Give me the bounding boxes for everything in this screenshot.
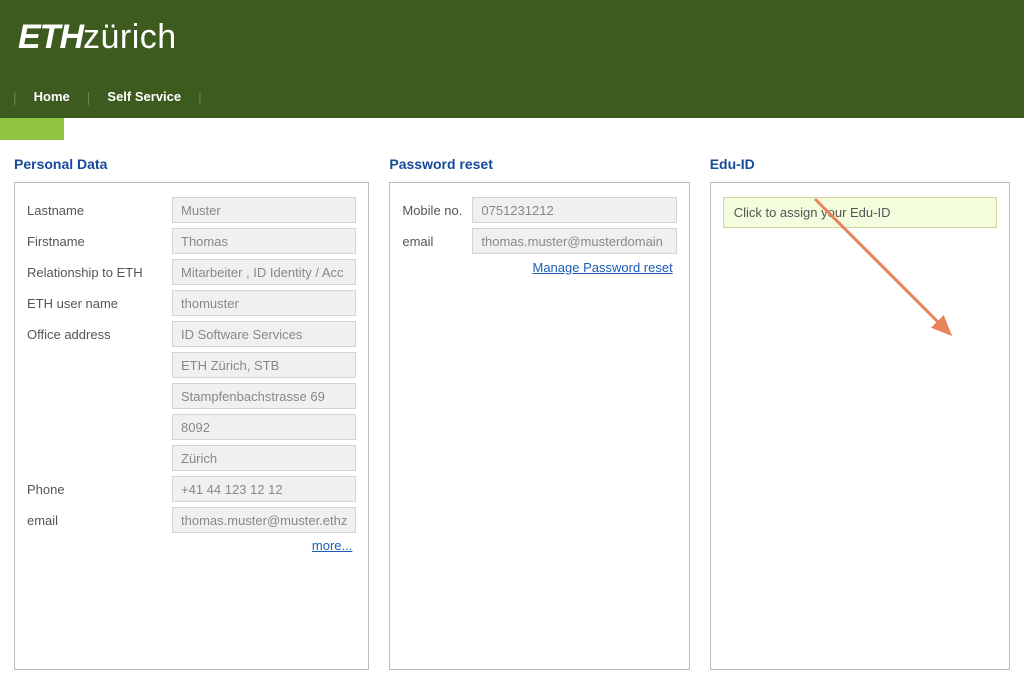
password-reset-title: Password reset xyxy=(389,156,689,172)
eduid-title: Edu-ID xyxy=(710,156,1010,172)
personal-data-panel: Lastname Muster Firstname Thomas Relatio… xyxy=(14,182,369,670)
relationship-field: Mitarbeiter , ID Identity / Acc xyxy=(172,259,356,285)
mobile-label: Mobile no. xyxy=(402,203,472,218)
mobile-field: 0751231212 xyxy=(472,197,676,223)
active-tab-marker xyxy=(0,118,64,140)
more-link[interactable]: more... xyxy=(312,538,352,553)
lastname-label: Lastname xyxy=(27,203,172,218)
pw-email-field: thomas.muster@musterdomain xyxy=(472,228,676,254)
firstname-label: Firstname xyxy=(27,234,172,249)
logo-bold: ETH xyxy=(18,18,83,56)
email-field: thomas.muster@muster.ethz xyxy=(172,507,356,533)
logo-light: zürich xyxy=(83,18,177,56)
nav-separator: | xyxy=(87,89,91,105)
nav-separator: | xyxy=(198,89,202,105)
username-label: ETH user name xyxy=(27,296,172,311)
header: ETHzürich | Home | Self Service | xyxy=(0,0,1024,118)
nav: | Home | Self Service | xyxy=(0,83,205,110)
pw-email-label: email xyxy=(402,234,472,249)
lastname-field: Muster xyxy=(172,197,356,223)
manage-password-link[interactable]: Manage Password reset xyxy=(533,260,673,275)
column-password-reset: Password reset Mobile no. 0751231212 ema… xyxy=(389,156,689,670)
nav-home[interactable]: Home xyxy=(20,83,84,110)
column-eduid: Edu-ID Click to assign your Edu-ID xyxy=(710,156,1010,670)
email-label: email xyxy=(27,513,172,528)
username-field: thomuster xyxy=(172,290,356,316)
personal-data-title: Personal Data xyxy=(14,156,369,172)
nav-self-service[interactable]: Self Service xyxy=(93,83,195,110)
assign-eduid-button[interactable]: Click to assign your Edu-ID xyxy=(723,197,997,228)
office-field-5: Zürich xyxy=(172,445,356,471)
column-personal-data: Personal Data Lastname Muster Firstname … xyxy=(14,156,369,670)
office-field-4: 8092 xyxy=(172,414,356,440)
password-reset-panel: Mobile no. 0751231212 email thomas.muste… xyxy=(389,182,689,670)
phone-field: +41 44 123 12 12 xyxy=(172,476,356,502)
logo: ETHzürich xyxy=(18,18,177,57)
office-label: Office address xyxy=(27,327,172,342)
phone-label: Phone xyxy=(27,482,172,497)
eduid-panel: Click to assign your Edu-ID xyxy=(710,182,1010,670)
office-field-2: ETH Zürich, STB xyxy=(172,352,356,378)
office-field-3: Stampfenbachstrasse 69 xyxy=(172,383,356,409)
office-field-1: ID Software Services xyxy=(172,321,356,347)
firstname-field: Thomas xyxy=(172,228,356,254)
content: Personal Data Lastname Muster Firstname … xyxy=(0,140,1024,686)
nav-separator: | xyxy=(13,89,17,105)
relationship-label: Relationship to ETH xyxy=(27,265,172,280)
